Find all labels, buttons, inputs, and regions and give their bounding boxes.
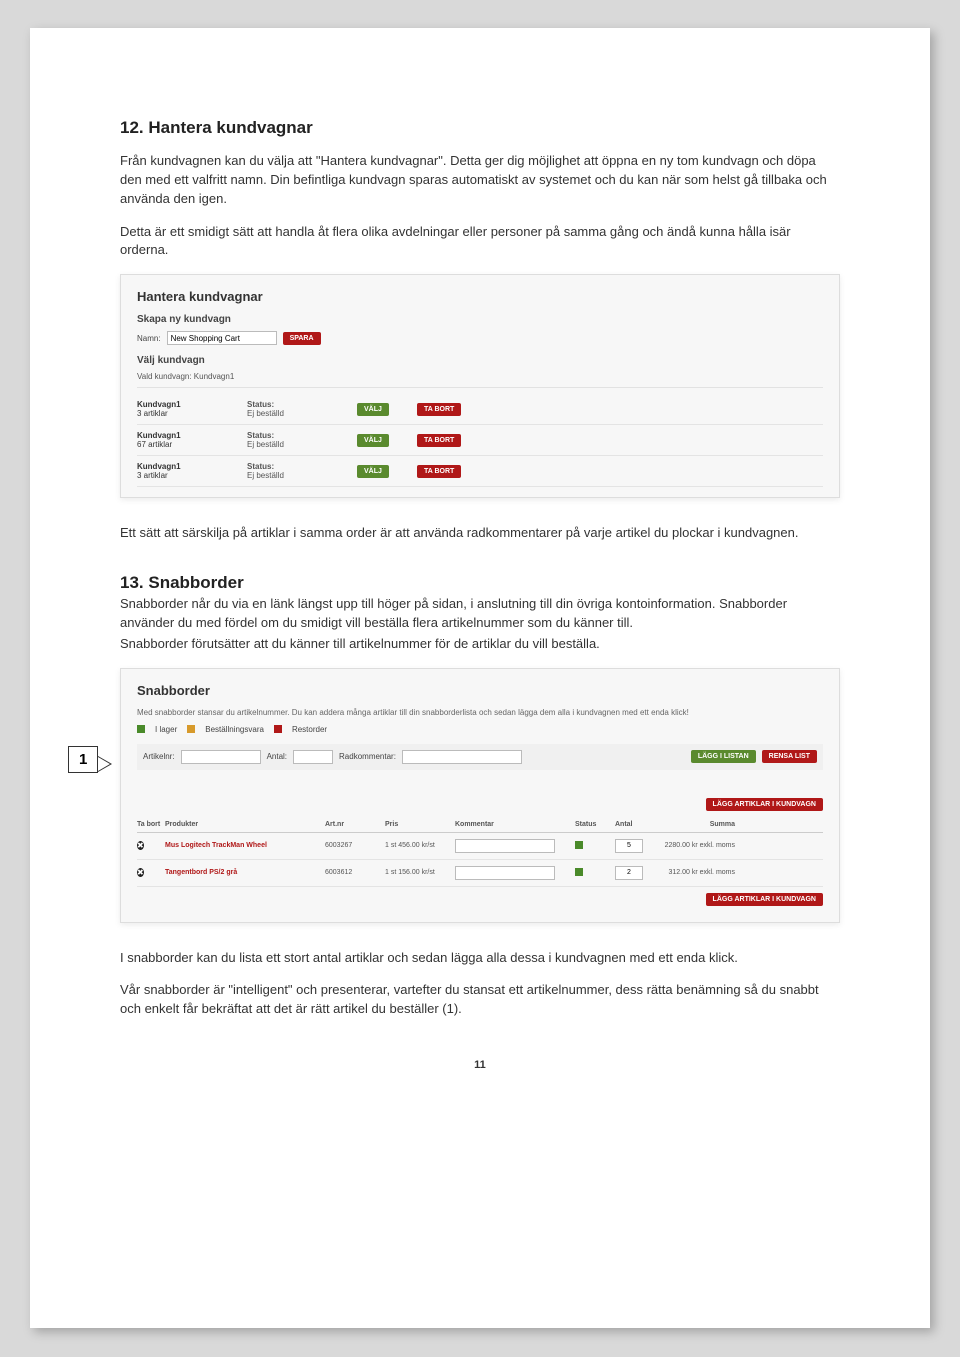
row-comment-input[interactable] — [455, 866, 555, 880]
add-articles-to-cart-button-bottom[interactable]: LÄGG ARTIKLAR I KUNDVAGN — [706, 893, 823, 906]
delete-cart-button[interactable]: TA BORT — [417, 434, 461, 447]
cart-row-status: Status:Ej beställd — [247, 462, 357, 480]
row-sum: 2280.00 kr exkl. moms — [655, 842, 735, 849]
cart-row: Kundvagn13 artiklarStatus:Ej beställdVÄL… — [137, 456, 823, 487]
quickorder-title: Snabborder — [137, 683, 823, 698]
quickorder-formrow: Artikelnr: Antal: Radkommentar: LÄGG I L… — [137, 744, 823, 770]
qty-label: Antal: — [267, 752, 287, 761]
qty-input[interactable] — [293, 750, 333, 764]
section-12-p3: Ett sätt att särskilja på artiklar i sam… — [120, 524, 840, 543]
cart-name-input[interactable] — [167, 331, 277, 345]
row-sum: 312.00 kr exkl. moms — [655, 869, 735, 876]
row-status-icon — [575, 868, 583, 876]
selected-cart-line: Vald kundvagn: Kundvagn1 — [137, 372, 823, 381]
section-13-p2: Snabborder förutsätter att du känner til… — [120, 635, 840, 654]
cart-row-name: Kundvagn167 artiklar — [137, 431, 247, 449]
document-page: 12. Hantera kundvagnar Från kundvagnen k… — [30, 28, 930, 1328]
th-price: Pris — [385, 821, 455, 828]
row-status-icon — [575, 841, 583, 849]
legend-orderitem-icon — [187, 725, 195, 733]
comment-label: Radkommentar: — [339, 752, 396, 761]
row-product[interactable]: Mus Logitech TrackMan Wheel — [165, 842, 325, 849]
row-price: 1 st 456.00 kr/st — [385, 842, 455, 849]
clear-list-button[interactable]: RENSA LIST — [762, 750, 817, 763]
section-13-p3: I snabborder kan du lista ett stort anta… — [120, 949, 840, 968]
row-artno: 6003612 — [325, 869, 385, 876]
callout-1-tail — [98, 756, 112, 772]
delete-row-icon[interactable]: ✖ — [137, 841, 144, 850]
cart-row: Kundvagn167 artiklarStatus:Ej beställdVÄ… — [137, 425, 823, 456]
manage-carts-title: Hantera kundvagnar — [137, 289, 823, 304]
row-artno: 6003267 — [325, 842, 385, 849]
legend-backorder-icon — [274, 725, 282, 733]
section-12-p1: Från kundvagnen kan du välja att "Hanter… — [120, 152, 840, 209]
add-to-list-button[interactable]: LÄGG I LISTAN — [691, 750, 756, 763]
th-product: Produkter — [165, 821, 325, 828]
artno-label: Artikelnr: — [143, 752, 175, 761]
callout-1: 1 — [68, 746, 98, 773]
legend-instock-icon — [137, 725, 145, 733]
comment-input[interactable] — [402, 750, 522, 764]
add-articles-to-cart-button-top[interactable]: LÄGG ARTIKLAR I KUNDVAGN — [706, 798, 823, 811]
legend-orderitem-label: Beställningsvara — [205, 725, 264, 734]
quickorder-legend: I lager Beställningsvara Restorder — [137, 725, 823, 734]
page-number: 11 — [120, 1059, 840, 1071]
th-delete: Ta bort — [137, 821, 165, 828]
name-label: Namn: — [137, 334, 161, 343]
quickorder-screenshot: Snabborder Med snabborder stansar du art… — [120, 668, 840, 923]
quickorder-desc: Med snabborder stansar du artikelnummer.… — [137, 708, 823, 717]
row-product[interactable]: Tangentbord PS/2 grå — [165, 869, 325, 876]
section-12-heading: 12. Hantera kundvagnar — [120, 118, 840, 138]
th-sum: Summa — [655, 821, 735, 828]
select-cart-button[interactable]: VÄLJ — [357, 465, 389, 478]
cart-row: Kundvagn13 artiklarStatus:Ej beställdVÄL… — [137, 394, 823, 425]
artno-input[interactable] — [181, 750, 261, 764]
section-13-heading: 13. Snabborder — [120, 573, 840, 593]
row-price: 1 st 156.00 kr/st — [385, 869, 455, 876]
legend-backorder-label: Restorder — [292, 725, 327, 734]
delete-cart-button[interactable]: TA BORT — [417, 465, 461, 478]
delete-row-icon[interactable]: ✖ — [137, 868, 144, 877]
select-cart-button[interactable]: VÄLJ — [357, 434, 389, 447]
th-qty: Antal — [615, 821, 655, 828]
choose-cart-heading: Välj kundvagn — [137, 355, 823, 366]
delete-cart-button[interactable]: TA BORT — [417, 403, 461, 416]
section-13-p1: Snabborder når du via en länk längst upp… — [120, 595, 840, 633]
row-qty-input[interactable] — [615, 866, 643, 880]
quickorder-table-head: Ta bort Produkter Art.nr Pris Kommentar … — [137, 817, 823, 833]
cart-row-name: Kundvagn13 artiklar — [137, 462, 247, 480]
th-comment: Kommentar — [455, 821, 575, 828]
cart-row-name: Kundvagn13 artiklar — [137, 400, 247, 418]
th-artno: Art.nr — [325, 821, 385, 828]
cart-row-status: Status:Ej beställd — [247, 400, 357, 418]
legend-instock-label: I lager — [155, 725, 177, 734]
save-button[interactable]: SPARA — [283, 332, 321, 345]
row-comment-input[interactable] — [455, 839, 555, 853]
create-cart-heading: Skapa ny kundvagn — [137, 314, 823, 325]
cart-row-status: Status:Ej beställd — [247, 431, 357, 449]
table-row: ✖ Tangentbord PS/2 grå60036121 st 156.00 … — [137, 860, 823, 887]
section-12-p2: Detta är ett smidigt sätt att handla åt … — [120, 223, 840, 261]
select-cart-button[interactable]: VÄLJ — [357, 403, 389, 416]
th-status: Status — [575, 821, 615, 828]
row-qty-input[interactable] — [615, 839, 643, 853]
section-13-p4: Vår snabborder är "intelligent" och pres… — [120, 981, 840, 1019]
manage-carts-screenshot: Hantera kundvagnar Skapa ny kundvagn Nam… — [120, 274, 840, 498]
table-row: ✖ Mus Logitech TrackMan Wheel60032671 st … — [137, 833, 823, 860]
